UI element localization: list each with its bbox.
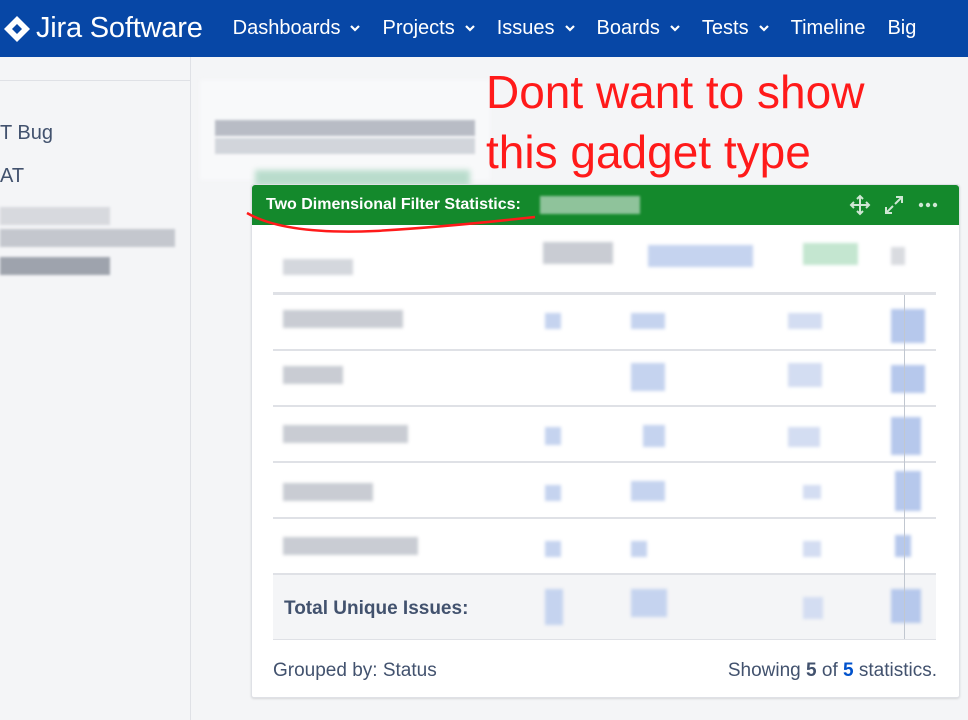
statistics-total-link[interactable]: 5	[843, 660, 854, 681]
redacted-cell	[631, 363, 665, 391]
statistics-count: 5	[806, 660, 817, 681]
redacted-cell	[631, 589, 667, 617]
sidebar-item-label: AT	[0, 165, 25, 187]
redacted-cell	[803, 597, 823, 619]
table-row	[273, 519, 936, 575]
annotation-underline	[246, 211, 536, 233]
redacted-cell	[543, 242, 613, 264]
nav-issues[interactable]: Issues	[497, 17, 575, 40]
redacted-cell	[895, 471, 921, 511]
redacted-cell	[283, 425, 408, 443]
redacted-cell	[891, 309, 925, 343]
top-navigation-bar: Jira Software Dashboards Projects Issues…	[0, 0, 968, 57]
annotation-line: this gadget type	[486, 126, 811, 178]
nav-label: Big	[887, 17, 917, 39]
footer-text: Showing	[727, 660, 801, 681]
table-row	[273, 463, 936, 519]
sidebar-item-label: T Bug	[0, 122, 53, 144]
grouped-by-text: Grouped by: Status	[273, 660, 437, 681]
redacted-block	[0, 207, 110, 225]
redacted-cell	[788, 313, 822, 329]
redacted-cell	[545, 589, 563, 625]
footer-text: statistics.	[858, 660, 937, 681]
nav-big[interactable]: Big	[887, 17, 916, 40]
jira-diamond-icon	[2, 14, 32, 44]
redacted-cell	[803, 243, 858, 265]
redacted-page-title	[215, 138, 475, 154]
redacted-cell	[283, 366, 343, 384]
chevron-down-icon	[464, 25, 475, 32]
table-header-row	[273, 237, 936, 295]
redacted-cell	[545, 541, 561, 557]
redacted-cell	[643, 425, 665, 447]
nav-projects[interactable]: Projects	[382, 17, 475, 40]
table-row	[273, 295, 936, 351]
nav-boards[interactable]: Boards	[597, 17, 680, 40]
nav-label: Dashboards	[232, 17, 341, 39]
chevron-down-icon	[350, 25, 361, 32]
nav-label: Tests	[701, 17, 749, 39]
nav-dashboards[interactable]: Dashboards	[233, 17, 361, 40]
table-row	[273, 351, 936, 407]
more-icon[interactable]	[917, 194, 939, 216]
redacted-cell	[283, 259, 353, 275]
footer-text: of	[821, 660, 838, 681]
left-sidebar: T Bug AT	[0, 57, 191, 720]
redacted-cell	[895, 535, 911, 557]
redacted-filter-name	[540, 196, 640, 214]
move-icon[interactable]	[849, 194, 871, 216]
nav-label: Projects	[382, 17, 455, 39]
redacted-cell	[283, 310, 403, 328]
redacted-cell	[545, 427, 561, 445]
redacted-cell	[648, 245, 753, 267]
nav-label: Issues	[496, 17, 555, 39]
chevron-down-icon	[670, 25, 680, 32]
redacted-cell	[803, 485, 821, 499]
redacted-cell	[631, 481, 665, 501]
redacted-cell	[631, 541, 647, 557]
redacted-cell	[891, 417, 921, 455]
jira-logo[interactable]: Jira Software	[2, 12, 203, 45]
redacted-page-title	[215, 120, 475, 136]
redacted-block	[0, 257, 110, 275]
redacted-cell	[891, 247, 905, 265]
column-divider	[904, 295, 905, 639]
redacted-cell	[545, 313, 561, 329]
nav-label: Timeline	[790, 17, 866, 39]
redacted-cell	[283, 483, 373, 501]
product-name: Jira Software	[36, 12, 203, 44]
sidebar-item-at[interactable]: AT	[0, 165, 24, 188]
redacted-cell	[631, 313, 665, 329]
redacted-block	[0, 229, 175, 247]
chevron-down-icon	[758, 25, 769, 32]
nav-tests[interactable]: Tests	[702, 17, 769, 40]
chevron-down-icon	[564, 25, 575, 32]
redacted-cell	[283, 537, 418, 555]
redacted-cell	[788, 427, 820, 447]
nav-timeline[interactable]: Timeline	[791, 17, 866, 40]
two-dimensional-filter-gadget: Two Dimensional Filter Statistics: Total…	[251, 184, 960, 698]
sidebar-item-bug[interactable]: T Bug	[0, 122, 53, 145]
redacted-cell	[891, 589, 921, 623]
sidebar-divider	[0, 80, 190, 81]
redacted-cell	[788, 363, 822, 387]
annotation-note: Dont want to show this gadget type	[486, 62, 864, 182]
redacted-cell	[803, 541, 821, 557]
redacted-cell	[545, 485, 561, 501]
total-row: Total Unique Issues:	[273, 575, 936, 640]
nav-label: Boards	[596, 17, 660, 39]
table-row	[273, 407, 936, 463]
annotation-line: Dont want to show	[486, 66, 865, 118]
showing-statistics-text: Showing 5 of 5 statistics.	[728, 660, 937, 682]
total-unique-issues-label: Total Unique Issues:	[284, 598, 469, 619]
redacted-cell	[891, 365, 925, 393]
expand-icon[interactable]	[883, 194, 905, 216]
